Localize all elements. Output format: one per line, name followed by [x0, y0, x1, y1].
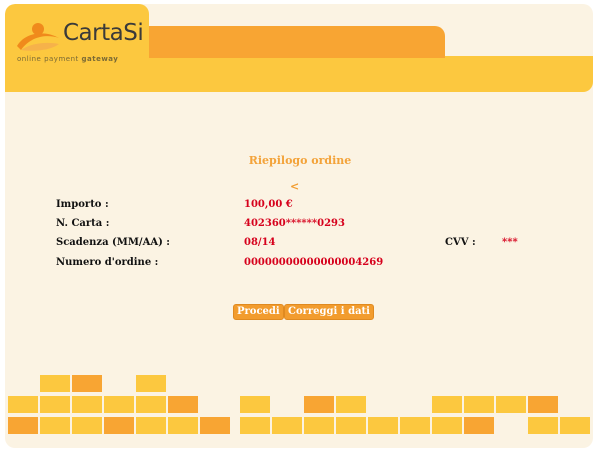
edit-data-button[interactable]: Correggi i dati	[284, 304, 374, 320]
card-number-label: N. Carta :	[56, 218, 110, 229]
header-orange-band	[145, 26, 445, 58]
back-link[interactable]: <	[290, 180, 299, 193]
proceed-button[interactable]: Procedi	[233, 304, 284, 320]
logo-area: CartaSi online payment gateway	[5, 4, 149, 92]
brand-name: CartaSi	[63, 20, 144, 46]
importo-label: Importo :	[56, 199, 109, 210]
expiry-label: Scadenza (MM/AA) :	[56, 237, 170, 248]
brand-tagline: online payment gateway	[17, 55, 119, 63]
importo-value: 100,00 €	[244, 199, 293, 210]
cvv-value: ***	[502, 237, 518, 248]
card-number-value: 402360******0293	[244, 218, 345, 229]
page-title: Riepilogo ordine	[248, 154, 352, 167]
cartasi-logo-icon	[17, 23, 59, 51]
order-number-label: Numero d'ordine :	[56, 257, 159, 268]
order-number-value: 00000000000000004269	[244, 257, 384, 268]
cvv-label: CVV :	[445, 237, 476, 248]
expiry-value: 08/14	[244, 237, 276, 248]
